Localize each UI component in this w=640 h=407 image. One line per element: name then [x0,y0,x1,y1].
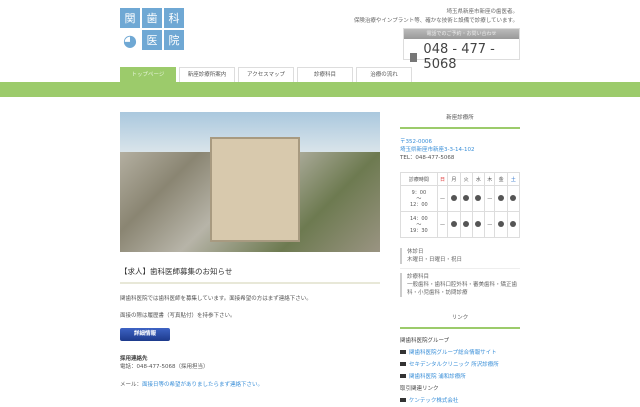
logo-char: 歯 [142,8,162,28]
group-link[interactable]: セキデンタルクリニック 所沢診療所 [409,362,499,368]
tooth-icon: ◕ [123,30,137,50]
phone-box: 電話でのご予約・お問い合わせ 048 - 477 - 5068 [403,28,520,72]
trade-heading: 取引関連リンク [400,386,439,392]
zip-link[interactable]: 〒352-0006 [400,138,520,146]
address-link[interactable]: 埼玉県新座市新座3-3-14-102 [400,146,520,154]
recruit-text: 面接の際は履歴書（写真貼付）を持参下さい。 [120,313,236,319]
day: 金 [494,172,508,186]
tagline-2: 保険治療やインプラント等、確かな技術と設備で診療しています。 [353,18,518,24]
hours-header: 診療時間 [400,172,438,186]
link-icon [400,398,406,402]
open-cell [494,185,508,212]
open-cell [471,211,485,238]
sidebar: 新座診療所 〒352-0006 埼玉県新座市新座3-3-14-102 TEL：0… [400,113,521,407]
nav-top[interactable]: トップページ [120,67,176,82]
open-cell [494,211,508,238]
day: 月 [447,172,461,186]
recruit-title: 【求人】歯科医師募集のお知らせ [120,266,380,284]
dept-list: 一般歯科・歯科口腔外科・審美歯科・矯正歯科・小児歯科・訪問診療 [407,282,518,296]
nav-access[interactable]: アクセスマップ [238,67,294,82]
hours-table: 診療時間日月火水木金土 9：00 〜 12：00— — 14：00 〜 19：30— — [400,172,521,238]
main-nav: トップページ 新座診療所案内 アクセスマップ 診療科目 治療の流れ [120,67,412,82]
tagline-1: 埼玉県新座市新座の歯医者。 [446,9,518,15]
mail-link[interactable]: 面接日等の希望がありましたらまず連絡下さい。 [142,382,263,388]
phone-number: 048 - 477 - 5068 [423,42,495,72]
group-heading: 関歯科医院グループ [400,338,450,344]
link-icon [400,362,406,366]
closed-cell: — [483,211,496,238]
clinic-tel: TEL：048-477-5068 [400,155,455,161]
logo-char: 医 [142,30,162,50]
nav-departments[interactable]: 診療科目 [297,67,353,82]
open-cell [447,185,461,212]
open-cell [506,211,521,238]
open-cell [471,185,485,212]
closed-cell: — [436,185,449,212]
logo-char: 科 [164,8,184,28]
details-button[interactable]: 詳細情報 [120,328,170,341]
time-slot: 14：00 〜 19：30 [400,211,438,238]
day-sat: 土 [506,172,521,186]
nav-flow[interactable]: 治療の流れ [356,67,412,82]
open-cell [506,185,521,212]
link-icon [400,350,406,354]
nav-clinic[interactable]: 新座診療所案内 [179,67,235,82]
nav-band [0,82,640,97]
time-slot: 9：00 〜 12：00 [400,185,438,212]
closed-cell: — [483,185,496,212]
day: 木 [483,172,496,186]
mail-label: メール： [120,382,143,388]
contact-tel: 電話：048-477-5068（採用担当） [120,364,209,370]
day: 火 [459,172,473,186]
group-link[interactable]: 関歯科医院 浦和診療所 [409,374,466,380]
recruit-text: 関歯科医院では歯科医師を募集しています。面接希望の方はまず連絡下さい。 [120,296,312,302]
logo-char: 関 [120,8,140,28]
clinic-heading: 新座診療所 [400,113,520,129]
day: 水 [471,172,485,186]
open-cell [459,185,473,212]
phone-label: 電話でのご予約・お問い合わせ [404,29,519,39]
logo[interactable]: 関 歯 科 ◕ 医 院 [120,8,184,50]
contact-heading: 採用連絡先 [120,356,148,362]
closed-cell: — [436,211,449,238]
tagline: 埼玉県新座市新座の歯医者。保険治療やインプラント等、確かな技術と設備で診療してい… [354,8,518,26]
phone-icon [410,52,418,62]
trade-link[interactable]: ケンテック株式会社 [409,398,458,404]
dept-label: 診療科目 [407,274,430,280]
open-cell [459,211,473,238]
open-cell [447,211,461,238]
closed-days: 木曜日・日曜日・祝日 [407,257,463,263]
logo-char: 院 [164,30,184,50]
day-sun: 日 [436,172,449,186]
links-heading: リンク [400,313,520,329]
clinic-photo [120,112,380,252]
closed-label: 休診日 [407,249,424,255]
group-link[interactable]: 関歯科医院グループ総合情報サイト [409,350,497,356]
link-icon [400,374,406,378]
